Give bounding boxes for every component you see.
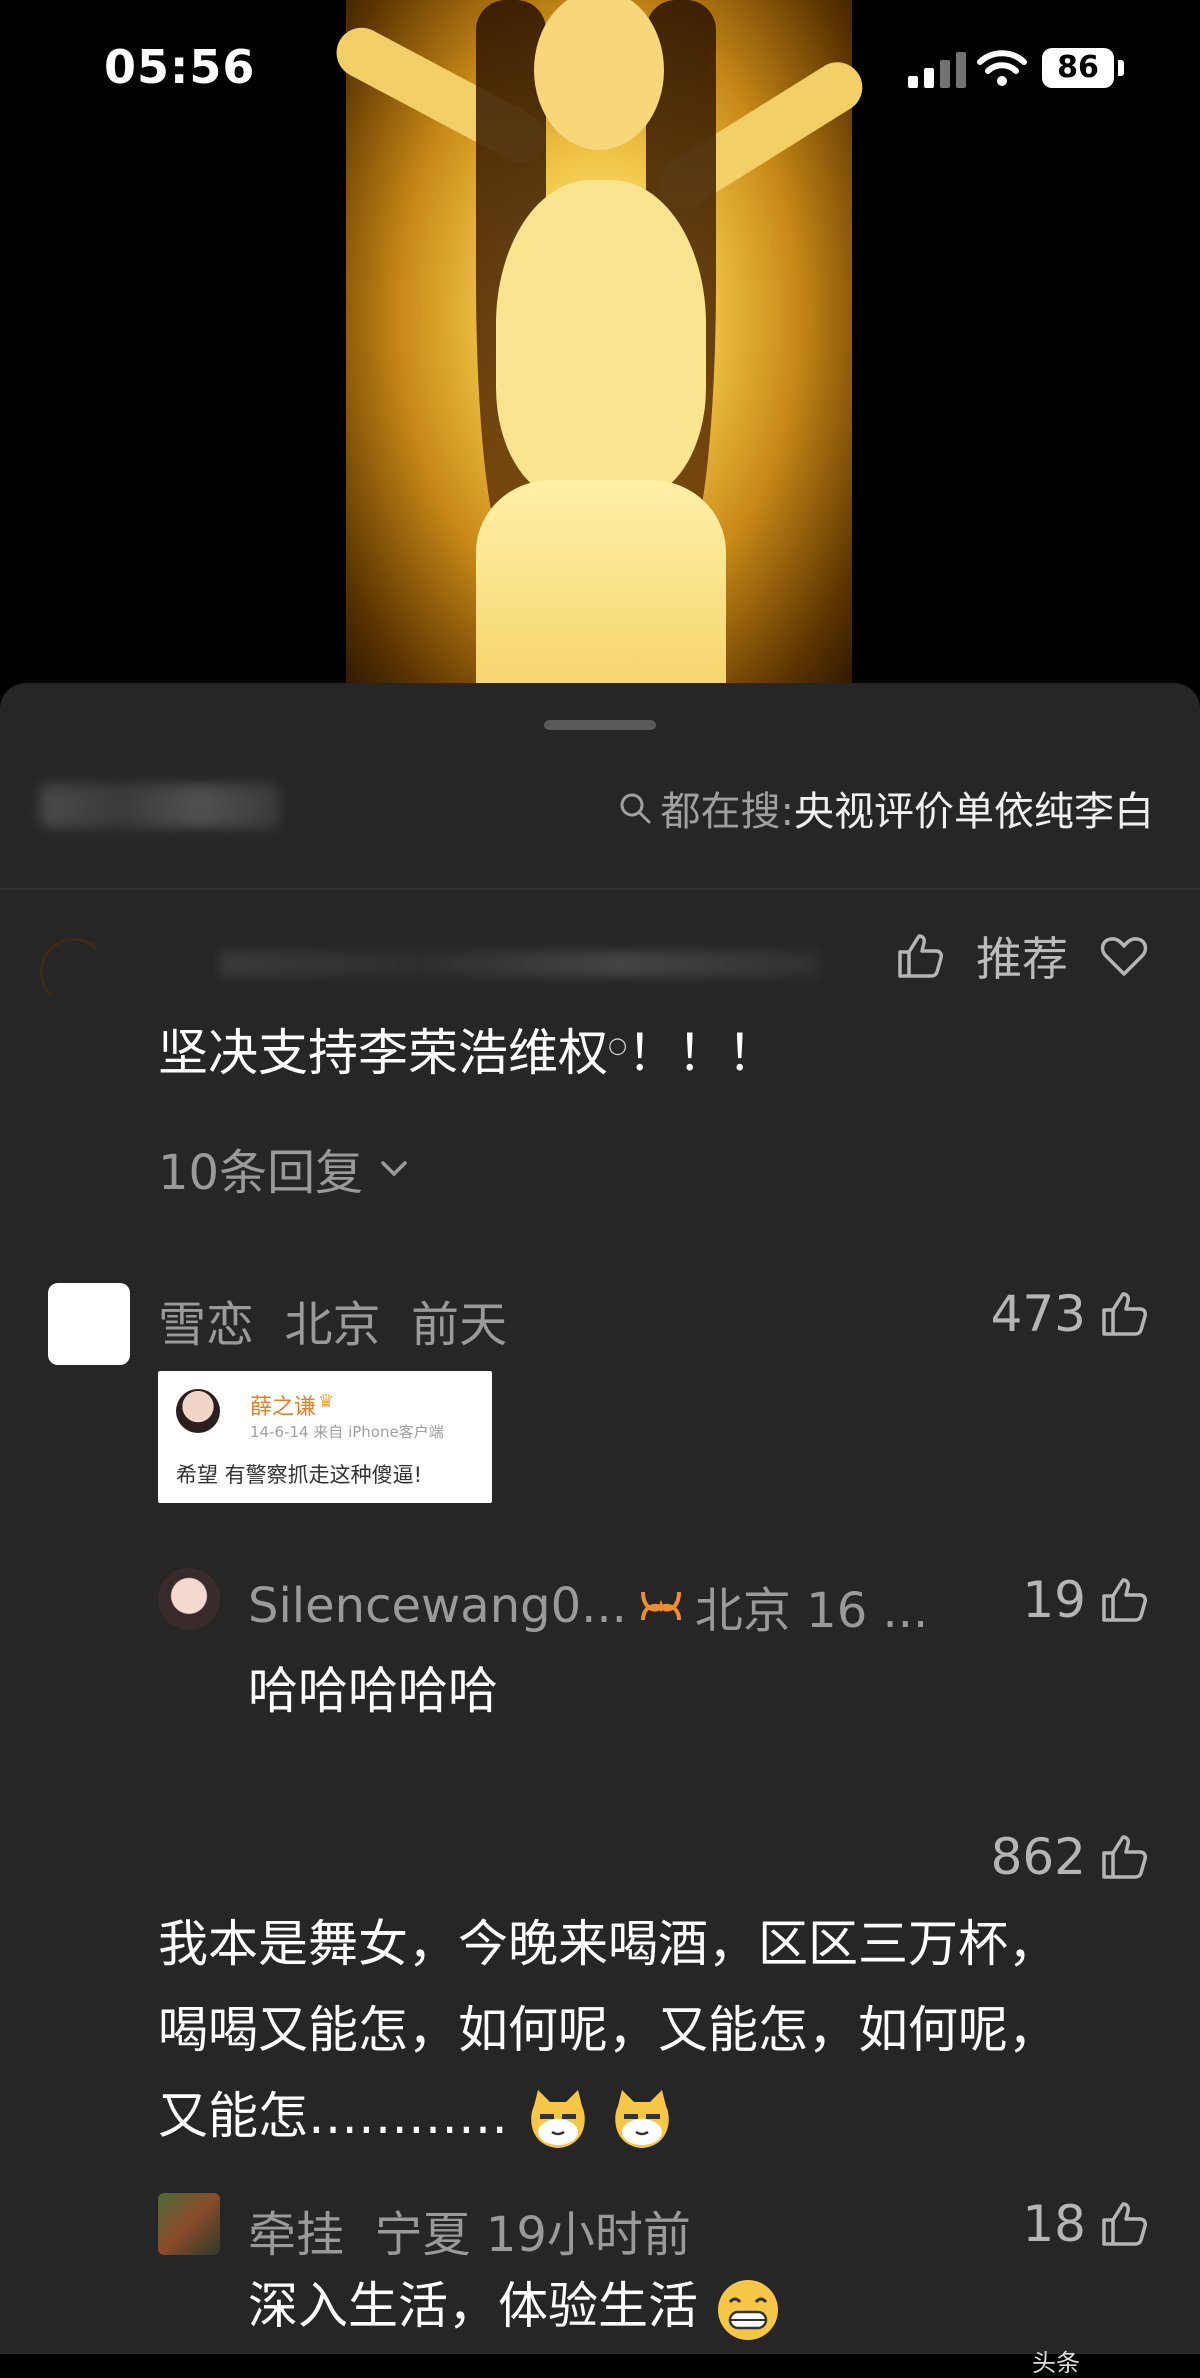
top-comment-body: 坚决支持李荣浩维权 — [158, 1024, 608, 1082]
like-button[interactable]: 19 — [1022, 1571, 1150, 1629]
vip-badge-icon — [640, 1591, 681, 1621]
cat-emoji-icon — [615, 2089, 669, 2148]
comment-line: 我本是舞女，今晚来喝酒，区区三万杯， — [158, 1915, 1058, 1973]
replies-count-label: 10条回复 — [158, 1145, 364, 1201]
comment-username[interactable]: Silencewang0... — [248, 1578, 627, 1634]
thumbs-up-icon — [1102, 2202, 1147, 2246]
comment-text: 哈哈哈哈哈 — [248, 1662, 498, 1720]
comment-username[interactable]: 雪恋 — [158, 1285, 254, 1355]
comment-line-text: 又能怎………… — [158, 2087, 508, 2145]
like-count: 18 — [1022, 2195, 1086, 2253]
like-button[interactable]: 862 — [991, 1828, 1150, 1886]
recommend-label[interactable]: 推荐 — [976, 923, 1068, 989]
grinning-emoji-icon — [717, 2279, 778, 2340]
status-bar: 05:56 86 — [0, 0, 1200, 140]
cellular-signal-icon — [908, 52, 970, 88]
battery-icon: 86 — [1042, 48, 1114, 88]
like-button[interactable]: 18 — [1022, 2195, 1150, 2253]
cat-emoji-icon — [531, 2089, 585, 2148]
crown-icon: ♛ — [318, 1391, 335, 1412]
avatar[interactable] — [48, 1283, 130, 1365]
comment-time: 前天 — [411, 1297, 508, 1353]
blurred-username — [220, 951, 820, 977]
like-count: 473 — [990, 1285, 1086, 1343]
comment-location: 北京 16 ... — [694, 1583, 929, 1639]
watermark: 头条 — [1032, 2349, 1080, 2377]
embedded-screenshot[interactable]: 薛之谦 ♛ 14-6-14 来自 iPhone客户端 希望 有警察抓走这种傻逼! — [158, 1371, 492, 1503]
search-icon — [620, 793, 651, 824]
view-replies-button[interactable]: 10条回复 — [158, 1133, 411, 1203]
top-comment-actions: 推荐 — [894, 923, 1150, 989]
heart-icon[interactable] — [1098, 930, 1150, 982]
thumbs-up-icon[interactable] — [894, 930, 946, 982]
avatar[interactable] — [158, 1568, 220, 1630]
sheet-grabber[interactable] — [544, 720, 656, 730]
comment-meta: Silencewang0... 北京 16 ... — [248, 1571, 928, 1641]
battery-nub — [1118, 60, 1124, 76]
hot-search-prefix: 都在搜: — [660, 789, 794, 835]
top-comment-text: 坚决支持李荣浩维权○！！！ — [158, 1013, 777, 1085]
comments-sheet: 都在搜: 央视评价单依纯李白 推荐 坚决支持李荣浩维权○！！！ 10条回复 雪恋… — [0, 683, 1200, 2377]
wifi-icon — [977, 50, 1027, 86]
thumbs-up-icon — [1102, 1292, 1147, 1336]
thumbs-up-icon — [1102, 1578, 1147, 1622]
sheet-header: 都在搜: 央视评价单依纯李白 — [0, 778, 1200, 858]
comment-username[interactable]: 牵挂 — [248, 2195, 344, 2265]
comment-text: 我本是舞女，今晚来喝酒，区区三万杯， 喝喝又能怎，如何呢，又能怎，如何呢， 又能… — [158, 1901, 1168, 2159]
search-link-icon[interactable]: ○ — [608, 1033, 627, 1058]
comment-location: 北京 — [284, 1297, 381, 1353]
like-count: 862 — [990, 1828, 1086, 1886]
blurred-title — [40, 784, 280, 828]
comment-meta: 雪恋 北京 前天 — [158, 1285, 507, 1355]
thumbs-up-icon — [1102, 1835, 1147, 1879]
comment-meta: 牵挂 宁夏 19小时前 — [248, 2195, 691, 2265]
header-divider — [0, 888, 1200, 890]
comment-location: 宁夏 — [374, 2207, 471, 2263]
hot-search[interactable]: 都在搜: 央视评价单依纯李白 — [619, 778, 1154, 838]
like-count: 19 — [1022, 1571, 1086, 1629]
embed-name: 薛之谦 — [250, 1395, 317, 1420]
hot-search-query: 央视评价单依纯李白 — [794, 789, 1154, 835]
status-time: 05:56 — [104, 40, 256, 94]
comment-time: 19小时前 — [485, 2207, 691, 2263]
comment-text-body: 深入生活，体验生活 — [248, 2277, 698, 2335]
embed-text: 希望 有警察抓走这种傻逼! — [176, 1463, 423, 1487]
comment-line: 又能怎………… — [158, 2073, 1168, 2159]
chevron-down-icon — [381, 1161, 407, 1177]
comment-text: 深入生活，体验生活 — [248, 2263, 782, 2349]
top-comment-suffix: ！！！ — [627, 1024, 778, 1082]
embed-avatar — [176, 1389, 220, 1433]
avatar[interactable] — [40, 938, 108, 1006]
comment-line: 喝喝又能怎，如何呢，又能怎，如何呢， — [158, 2001, 1058, 2059]
embed-date: 14-6-14 来自 iPhone客户端 — [250, 1423, 444, 1441]
avatar[interactable] — [158, 2193, 220, 2255]
like-button[interactable]: 473 — [991, 1285, 1150, 1343]
